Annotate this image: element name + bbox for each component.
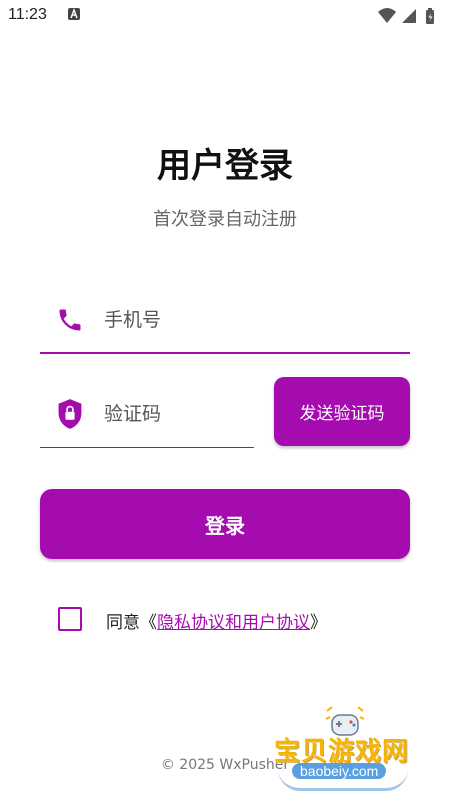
phone-icon [59,309,81,331]
signal-icon [402,9,416,23]
status-bar: 11:23 [0,0,450,32]
code-input[interactable] [104,396,250,432]
code-field-row [40,388,254,448]
wifi-icon [378,8,396,23]
agreement-prefix: 同意《 [106,613,157,633]
status-icons [378,8,434,24]
agreement-checkbox[interactable] [58,607,82,631]
shield-lock-icon [58,399,82,429]
privacy-agreement-link[interactable]: 隐私协议和用户协议 [157,613,310,633]
phone-input[interactable] [104,302,400,338]
agreement-text: 同意《隐私协议和用户协议》 [106,608,327,633]
battery-icon [426,8,434,24]
page-subtitle: 首次登录自动注册 [153,209,297,230]
login-button[interactable]: 登录 [40,489,410,559]
agreement-suffix: 》 [310,613,327,633]
a-icon [68,8,80,20]
phone-field-row [40,292,410,354]
page-title: 用户登录 [157,146,293,186]
watermark: 宝贝游戏网 baobeiy.com [270,705,420,793]
agreement-row: 同意《隐私协议和用户协议》 [58,606,418,634]
send-code-button[interactable]: 发送验证码 [274,377,410,446]
watermark-arc [278,769,408,791]
status-time: 11:23 [8,6,47,23]
